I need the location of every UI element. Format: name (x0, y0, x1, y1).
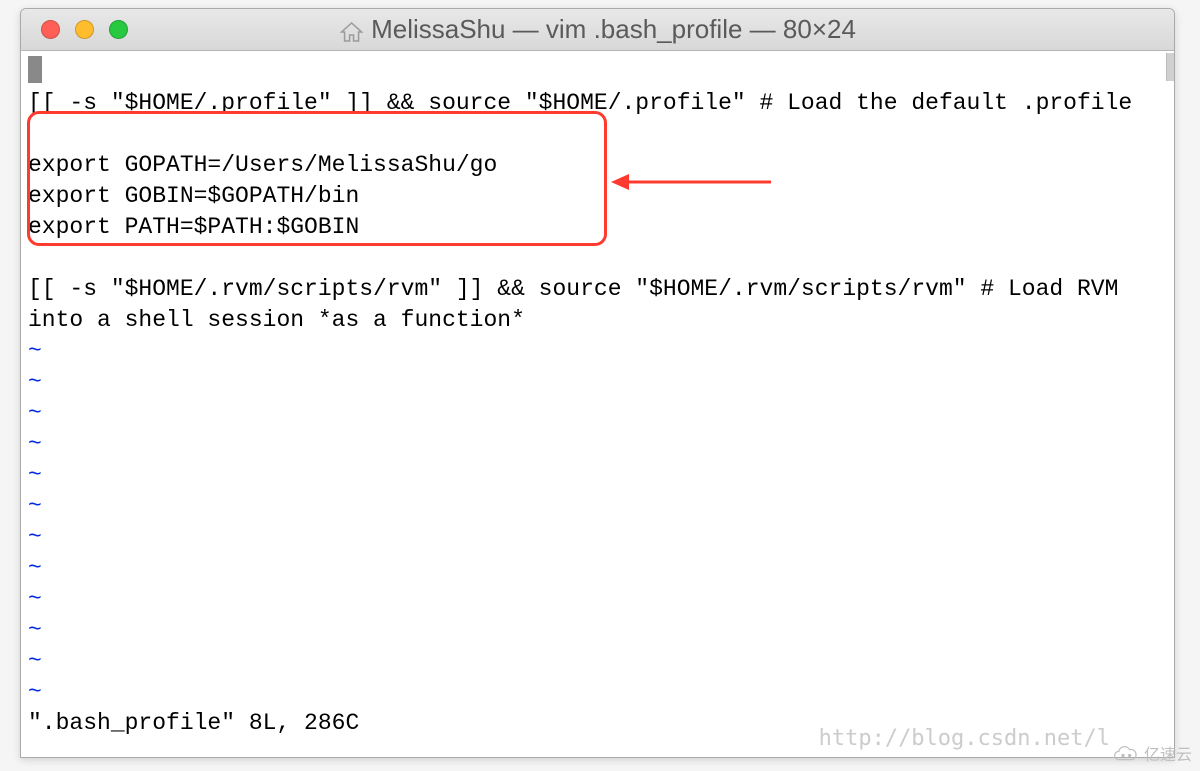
code-line: export GOBIN=$GOPATH/bin (28, 183, 359, 209)
cloud-icon (1106, 743, 1140, 763)
terminal-window: MelissaShu — vim .bash_profile — 80×24 [… (20, 8, 1175, 758)
close-button[interactable] (41, 20, 60, 39)
vim-tilde: ~ (28, 431, 42, 457)
corner-logo-text: 亿速云 (1144, 741, 1192, 765)
title-area: MelissaShu — vim .bash_profile — 80×24 (339, 14, 856, 45)
vim-tilde: ~ (28, 400, 42, 426)
vim-tilde: ~ (28, 617, 42, 643)
window-title: MelissaShu — vim .bash_profile — 80×24 (371, 14, 856, 45)
code-line: export PATH=$PATH:$GOBIN (28, 214, 359, 240)
watermark: http://blog.csdn.net/l (819, 726, 1110, 751)
maximize-button[interactable] (109, 20, 128, 39)
traffic-lights (41, 20, 128, 39)
code-line: into a shell session *as a function* (28, 307, 525, 333)
code-line: export GOPATH=/Users/MelissaShu/go (28, 152, 497, 178)
vim-tilde: ~ (28, 369, 42, 395)
cursor (28, 56, 42, 83)
vim-status: ".bash_profile" 8L, 286C (28, 710, 359, 736)
code-line: [[ -s "$HOME/.rvm/scripts/rvm" ]] && sou… (28, 276, 1118, 302)
code-line: [[ -s "$HOME/.profile" ]] && source "$HO… (28, 90, 1132, 116)
vim-tilde: ~ (28, 462, 42, 488)
vim-tilde: ~ (28, 338, 42, 364)
corner-logo: 亿速云 (1106, 741, 1192, 765)
minimize-button[interactable] (75, 20, 94, 39)
vim-tilde: ~ (28, 493, 42, 519)
home-icon (339, 19, 363, 41)
vim-tilde: ~ (28, 586, 42, 612)
vim-tilde: ~ (28, 648, 42, 674)
titlebar: MelissaShu — vim .bash_profile — 80×24 (21, 9, 1174, 51)
vim-tilde: ~ (28, 555, 42, 581)
vim-tilde: ~ (28, 679, 42, 705)
terminal-content[interactable]: [[ -s "$HOME/.profile" ]] && source "$HO… (21, 51, 1174, 744)
vim-tilde: ~ (28, 524, 42, 550)
